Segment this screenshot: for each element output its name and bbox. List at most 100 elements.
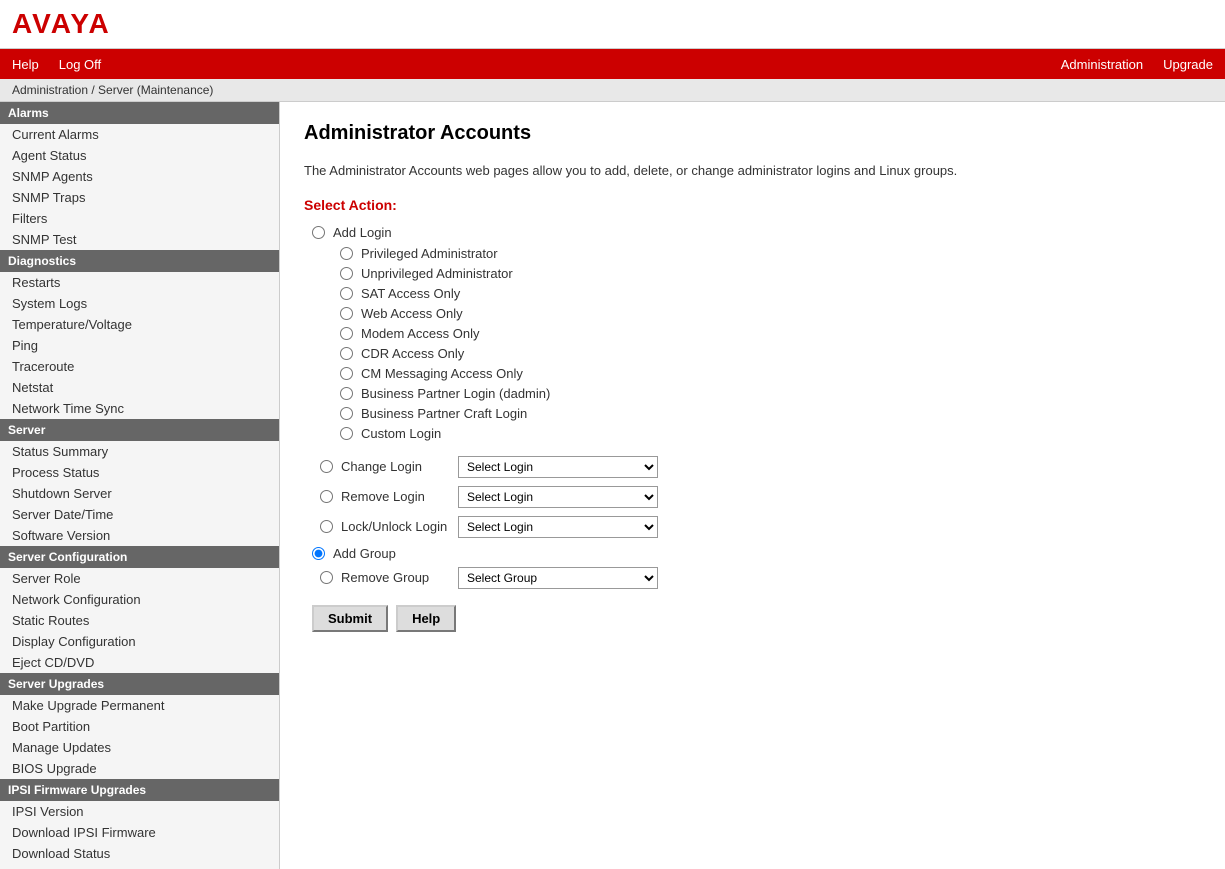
sub-option-label: Modem Access Only	[361, 326, 480, 341]
description: The Administrator Accounts web pages all…	[304, 161, 1201, 181]
action-radio[interactable]	[320, 460, 333, 473]
logoff-link[interactable]: Log Off	[59, 57, 101, 72]
add-group-label: Add Group	[333, 546, 396, 561]
sidebar-item[interactable]: SNMP Agents	[0, 166, 279, 187]
action-select[interactable]: Select Login	[458, 516, 658, 538]
sidebar-item[interactable]: System Logs	[0, 293, 279, 314]
page-title: Administrator Accounts	[304, 122, 1201, 145]
sub-option-radio[interactable]	[340, 347, 353, 360]
sub-option-label: Business Partner Craft Login	[361, 406, 527, 421]
sub-option-row: Privileged Administrator	[340, 246, 1201, 261]
sidebar-item[interactable]: Status Summary	[0, 441, 279, 462]
sub-option-row: SAT Access Only	[340, 286, 1201, 301]
sidebar-item[interactable]: Shutdown Server	[0, 483, 279, 504]
sidebar-item[interactable]: Process Status	[0, 462, 279, 483]
sidebar-item[interactable]: Agent Status	[0, 145, 279, 166]
sub-option-radio[interactable]	[340, 287, 353, 300]
administration-link[interactable]: Administration	[1061, 57, 1143, 72]
sidebar-item[interactable]: Download IPSI Firmware	[0, 822, 279, 843]
sidebar: AlarmsCurrent AlarmsAgent StatusSNMP Age…	[0, 102, 280, 869]
sidebar-item[interactable]: Activate IPSI Upgrade	[0, 864, 279, 869]
action-row: Change Login Select Login	[320, 456, 1201, 478]
sidebar-item[interactable]: Temperature/Voltage	[0, 314, 279, 335]
sub-option-label: Web Access Only	[361, 306, 463, 321]
sidebar-item[interactable]: SNMP Test	[0, 229, 279, 250]
sub-option-label: SAT Access Only	[361, 286, 460, 301]
button-row: Submit Help	[312, 605, 1201, 632]
sidebar-item[interactable]: BIOS Upgrade	[0, 758, 279, 779]
action-select[interactable]: Select Login	[458, 456, 658, 478]
sidebar-item[interactable]: Restarts	[0, 272, 279, 293]
sidebar-item[interactable]: Network Time Sync	[0, 398, 279, 419]
sidebar-item[interactable]: Software Version	[0, 525, 279, 546]
sidebar-section-header: Alarms	[0, 102, 279, 124]
sidebar-item[interactable]: Eject CD/DVD	[0, 652, 279, 673]
sidebar-section-header: Server Configuration	[0, 546, 279, 568]
sub-option-row: CDR Access Only	[340, 346, 1201, 361]
sidebar-item[interactable]: SNMP Traps	[0, 187, 279, 208]
sub-option-radio[interactable]	[340, 267, 353, 280]
remove-group-radio[interactable]	[320, 571, 333, 584]
sidebar-item[interactable]: Ping	[0, 335, 279, 356]
sidebar-item[interactable]: Static Routes	[0, 610, 279, 631]
sub-option-radio[interactable]	[340, 407, 353, 420]
sidebar-section-header: Diagnostics	[0, 250, 279, 272]
breadcrumb: Administration / Server (Maintenance)	[0, 79, 1225, 102]
sidebar-item[interactable]: Current Alarms	[0, 124, 279, 145]
action-select[interactable]: Select Login	[458, 486, 658, 508]
add-group-radio[interactable]	[312, 547, 325, 560]
sub-option-row: CM Messaging Access Only	[340, 366, 1201, 381]
action-row-label: Remove Login	[320, 489, 450, 504]
sub-option-radio[interactable]	[340, 427, 353, 440]
sidebar-section-header: IPSI Firmware Upgrades	[0, 779, 279, 801]
sidebar-item[interactable]: Filters	[0, 208, 279, 229]
upgrade-link[interactable]: Upgrade	[1163, 57, 1213, 72]
sidebar-item[interactable]: Server Role	[0, 568, 279, 589]
nav-bar: Help Log Off Administration Upgrade	[0, 49, 1225, 79]
action-radio[interactable]	[320, 520, 333, 533]
sidebar-item[interactable]: Netstat	[0, 377, 279, 398]
sub-options: Privileged Administrator Unprivileged Adm…	[340, 246, 1201, 441]
sidebar-item[interactable]: Display Configuration	[0, 631, 279, 652]
sub-option-radio[interactable]	[340, 387, 353, 400]
action-row-label: Change Login	[320, 459, 450, 474]
main-content: Administrator Accounts The Administrator…	[280, 102, 1225, 869]
avaya-logo: AVAYA	[12, 8, 1213, 40]
sub-option-radio[interactable]	[340, 367, 353, 380]
sidebar-item[interactable]: Network Configuration	[0, 589, 279, 610]
sub-option-radio[interactable]	[340, 327, 353, 340]
help-button[interactable]: Help	[396, 605, 456, 632]
logo-bar: AVAYA	[0, 0, 1225, 49]
sub-option-label: Business Partner Login (dadmin)	[361, 386, 550, 401]
sub-option-row: Web Access Only	[340, 306, 1201, 321]
sidebar-section-header: Server Upgrades	[0, 673, 279, 695]
sub-option-label: Unprivileged Administrator	[361, 266, 513, 281]
sidebar-item[interactable]: IPSI Version	[0, 801, 279, 822]
remove-group-label: Remove Group	[341, 570, 429, 585]
sub-option-row: Custom Login	[340, 426, 1201, 441]
action-radio[interactable]	[320, 490, 333, 503]
action-row-label: Lock/Unlock Login	[320, 519, 450, 534]
sub-option-row: Business Partner Craft Login	[340, 406, 1201, 421]
submit-button[interactable]: Submit	[312, 605, 388, 632]
sidebar-item[interactable]: Manage Updates	[0, 737, 279, 758]
add-group-row: Add Group	[312, 546, 1201, 561]
sub-option-label: Privileged Administrator	[361, 246, 498, 261]
sub-option-label: Custom Login	[361, 426, 441, 441]
sub-option-radio[interactable]	[340, 247, 353, 260]
action-label-text: Remove Login	[341, 489, 425, 504]
help-link[interactable]: Help	[12, 57, 39, 72]
sidebar-item[interactable]: Traceroute	[0, 356, 279, 377]
sidebar-item[interactable]: Server Date/Time	[0, 504, 279, 525]
add-login-radio[interactable]	[312, 226, 325, 239]
remove-group-select[interactable]: Select Group	[458, 567, 658, 589]
sidebar-item[interactable]: Download Status	[0, 843, 279, 864]
sub-option-label: CDR Access Only	[361, 346, 464, 361]
remove-group-action-row: Remove Group Select Group	[320, 567, 1201, 589]
sub-option-radio[interactable]	[340, 307, 353, 320]
action-rows-container: Change Login Select Login Remove Login Sel…	[312, 456, 1201, 538]
sub-option-row: Business Partner Login (dadmin)	[340, 386, 1201, 401]
action-label-text: Lock/Unlock Login	[341, 519, 447, 534]
sidebar-item[interactable]: Boot Partition	[0, 716, 279, 737]
sidebar-item[interactable]: Make Upgrade Permanent	[0, 695, 279, 716]
